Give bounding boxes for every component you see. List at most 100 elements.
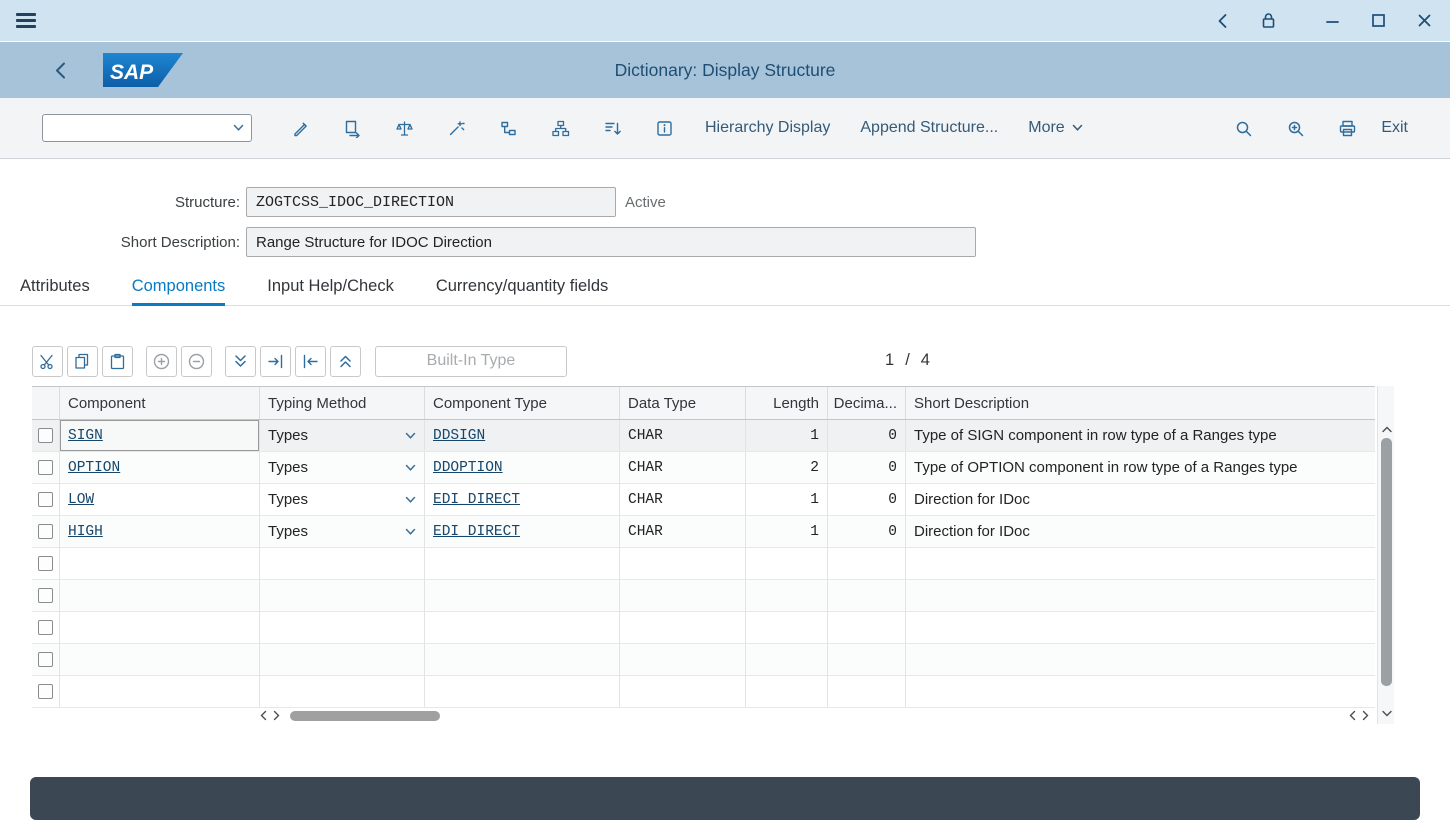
hierarchy-icon[interactable] bbox=[543, 111, 577, 145]
append-structure-button[interactable]: Append Structure... bbox=[860, 119, 998, 137]
tab-components[interactable]: Components bbox=[132, 267, 226, 305]
status-bar bbox=[30, 777, 1420, 820]
column-header-data-type[interactable]: Data Type bbox=[620, 387, 746, 419]
component-link[interactable]: HIGH bbox=[68, 524, 103, 540]
copy-button[interactable] bbox=[67, 346, 98, 377]
column-header-length[interactable]: Length bbox=[746, 387, 828, 419]
empty-cell[interactable] bbox=[60, 644, 260, 675]
hierarchy-display-button[interactable]: Hierarchy Display bbox=[705, 119, 830, 137]
select-all-header-cell[interactable] bbox=[32, 387, 60, 419]
more-button[interactable]: More bbox=[1028, 119, 1082, 137]
minimize-icon[interactable] bbox=[1322, 11, 1342, 31]
component-type-link[interactable]: DDOPTION bbox=[433, 460, 503, 476]
column-header-typing-method[interactable]: Typing Method bbox=[260, 387, 425, 419]
component-type-link[interactable]: EDI_DIRECT bbox=[433, 492, 520, 508]
column-header-decimals[interactable]: Decima... bbox=[828, 387, 906, 419]
hamburger-menu-button[interactable] bbox=[16, 11, 36, 31]
horizontal-scrollbar[interactable] bbox=[32, 708, 1375, 724]
scroll-down-icon[interactable] bbox=[1378, 706, 1395, 720]
horizontal-scrollbar-thumb[interactable] bbox=[290, 711, 440, 721]
row-select-checkbox[interactable] bbox=[38, 652, 53, 667]
page-down-button[interactable] bbox=[225, 346, 256, 377]
component-link[interactable]: SIGN bbox=[68, 428, 103, 444]
empty-cell bbox=[746, 676, 828, 707]
delete-entry-button[interactable] bbox=[295, 346, 326, 377]
append-structure-label: Append Structure... bbox=[860, 119, 998, 137]
component-type-link[interactable]: DDSIGN bbox=[433, 428, 485, 444]
row-select-checkbox[interactable] bbox=[38, 492, 53, 507]
insert-entry-button[interactable] bbox=[260, 346, 291, 377]
paste-button[interactable] bbox=[102, 346, 133, 377]
scroll-right-icon[interactable] bbox=[1362, 710, 1369, 723]
paste-icon bbox=[108, 352, 127, 371]
built-in-type-button[interactable]: Built-In Type bbox=[375, 346, 567, 377]
typing-method-select[interactable]: Types bbox=[260, 452, 425, 483]
tab-attributes[interactable]: Attributes bbox=[20, 267, 90, 305]
where-used-icon[interactable] bbox=[387, 111, 421, 145]
check-wand-icon[interactable] bbox=[439, 111, 473, 145]
decimals-cell: 0 bbox=[828, 484, 906, 515]
empty-cell[interactable] bbox=[60, 548, 260, 579]
scroll-up-icon[interactable] bbox=[1378, 422, 1395, 436]
component-link[interactable]: OPTION bbox=[68, 460, 120, 476]
search-icon[interactable] bbox=[1226, 111, 1260, 145]
exit-button[interactable]: Exit bbox=[1381, 119, 1408, 137]
column-header-short-description[interactable]: Short Description bbox=[906, 387, 1375, 419]
row-select-checkbox[interactable] bbox=[38, 620, 53, 635]
delete-row-button[interactable] bbox=[181, 346, 212, 377]
transport-copy-icon[interactable] bbox=[335, 111, 369, 145]
sort-icon[interactable] bbox=[595, 111, 629, 145]
row-select-checkbox[interactable] bbox=[38, 428, 53, 443]
empty-cell[interactable] bbox=[60, 612, 260, 643]
short-description-field[interactable]: Range Structure for IDOC Direction bbox=[246, 227, 976, 257]
maximize-icon[interactable] bbox=[1368, 11, 1388, 31]
cut-button[interactable] bbox=[32, 346, 63, 377]
row-select-checkbox[interactable] bbox=[38, 556, 53, 571]
documentation-icon[interactable] bbox=[647, 111, 681, 145]
empty-cell[interactable] bbox=[60, 580, 260, 611]
scroll-left-icon[interactable] bbox=[1349, 710, 1356, 723]
empty-cell[interactable] bbox=[60, 676, 260, 707]
typing-method-select[interactable]: Types bbox=[260, 420, 425, 451]
display-change-icon[interactable] bbox=[283, 111, 317, 145]
empty-cell bbox=[828, 580, 906, 611]
vertical-scrollbar[interactable] bbox=[1377, 386, 1394, 724]
empty-cell bbox=[828, 644, 906, 675]
tab-label: Currency/quantity fields bbox=[436, 277, 608, 296]
empty-cell bbox=[425, 548, 620, 579]
structure-field[interactable]: ZOGTCSS_IDOC_DIRECTION bbox=[246, 187, 616, 217]
tab-strip: Attributes Components Input Help/Check C… bbox=[0, 267, 1450, 306]
column-header-component-type[interactable]: Component Type bbox=[425, 387, 620, 419]
typing-method-select[interactable]: Types bbox=[260, 516, 425, 547]
typing-method-select[interactable]: Types bbox=[260, 484, 425, 515]
tab-input-help-check[interactable]: Input Help/Check bbox=[267, 267, 394, 305]
component-type-link[interactable]: EDI_DIRECT bbox=[433, 524, 520, 540]
plus-circle-icon bbox=[152, 352, 171, 371]
runtime-object-icon[interactable] bbox=[491, 111, 525, 145]
cut-icon bbox=[38, 352, 57, 371]
lock-icon[interactable] bbox=[1258, 11, 1278, 31]
print-icon[interactable] bbox=[1330, 111, 1364, 145]
command-field[interactable] bbox=[42, 114, 252, 142]
page-up-button[interactable] bbox=[330, 346, 361, 377]
tab-currency-quantity-fields[interactable]: Currency/quantity fields bbox=[436, 267, 608, 305]
row-select-checkbox[interactable] bbox=[38, 460, 53, 475]
row-select-checkbox[interactable] bbox=[38, 684, 53, 699]
empty-cell bbox=[260, 676, 425, 707]
double-chevron-down-icon bbox=[231, 352, 250, 371]
table-row-empty bbox=[32, 612, 1375, 644]
row-select-checkbox[interactable] bbox=[38, 588, 53, 603]
empty-cell bbox=[260, 548, 425, 579]
scroll-right-icon[interactable] bbox=[273, 710, 280, 723]
session-back-icon[interactable] bbox=[1212, 11, 1232, 31]
component-link[interactable]: LOW bbox=[68, 492, 94, 508]
search-next-icon[interactable] bbox=[1278, 111, 1312, 145]
table-header-row: Component Typing Method Component Type D… bbox=[32, 386, 1375, 420]
scroll-left-icon[interactable] bbox=[260, 710, 267, 723]
vertical-scrollbar-thumb[interactable] bbox=[1381, 438, 1392, 686]
chevron-down-icon bbox=[405, 464, 416, 472]
column-header-component[interactable]: Component bbox=[60, 387, 260, 419]
insert-row-button[interactable] bbox=[146, 346, 177, 377]
row-select-checkbox[interactable] bbox=[38, 524, 53, 539]
close-icon[interactable] bbox=[1414, 11, 1434, 31]
